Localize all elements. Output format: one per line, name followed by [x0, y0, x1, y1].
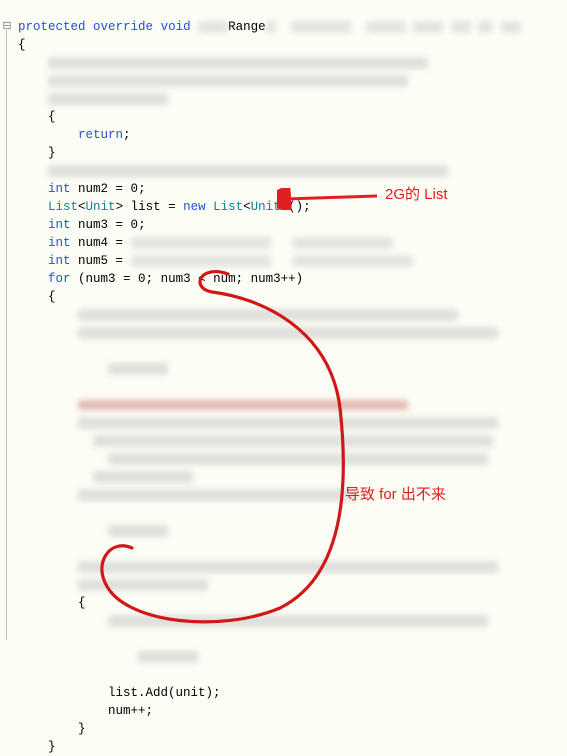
list-add-call: list.Add(unit);: [108, 686, 221, 700]
arrow-icon: [277, 188, 382, 210]
num-increment: num++;: [108, 704, 153, 718]
type-list: List: [48, 200, 78, 214]
keyword-int: int: [48, 182, 71, 196]
keyword-new: new: [183, 200, 206, 214]
annotation-for-stuck: 导致 for 出不来: [345, 486, 446, 504]
keyword-int: int: [48, 236, 71, 250]
keyword-override: override: [93, 20, 153, 34]
line-brace-open: {: [18, 38, 26, 52]
annotation-2g-list: 2G的 List: [385, 186, 448, 204]
fold-guide-line: [6, 30, 7, 640]
line-1: protected override void Range: [18, 20, 521, 34]
for-brace-close: }: [48, 740, 56, 754]
method-name: Range: [228, 20, 266, 34]
keyword-return: return: [78, 128, 123, 142]
keyword-int: int: [48, 218, 71, 232]
line-brace: {: [48, 110, 56, 124]
keyword-protected: protected: [18, 20, 86, 34]
inner-brace-close: }: [78, 722, 86, 736]
keyword-void: void: [161, 20, 191, 34]
keyword-for: for: [48, 272, 71, 286]
keyword-int: int: [48, 254, 71, 268]
for-brace-open: {: [48, 290, 56, 304]
line-brace: }: [48, 146, 56, 160]
inner-brace-open: {: [78, 596, 86, 610]
fold-toggle[interactable]: ⊟: [0, 18, 14, 36]
code-block: protected override void Range { { return…: [18, 0, 521, 756]
